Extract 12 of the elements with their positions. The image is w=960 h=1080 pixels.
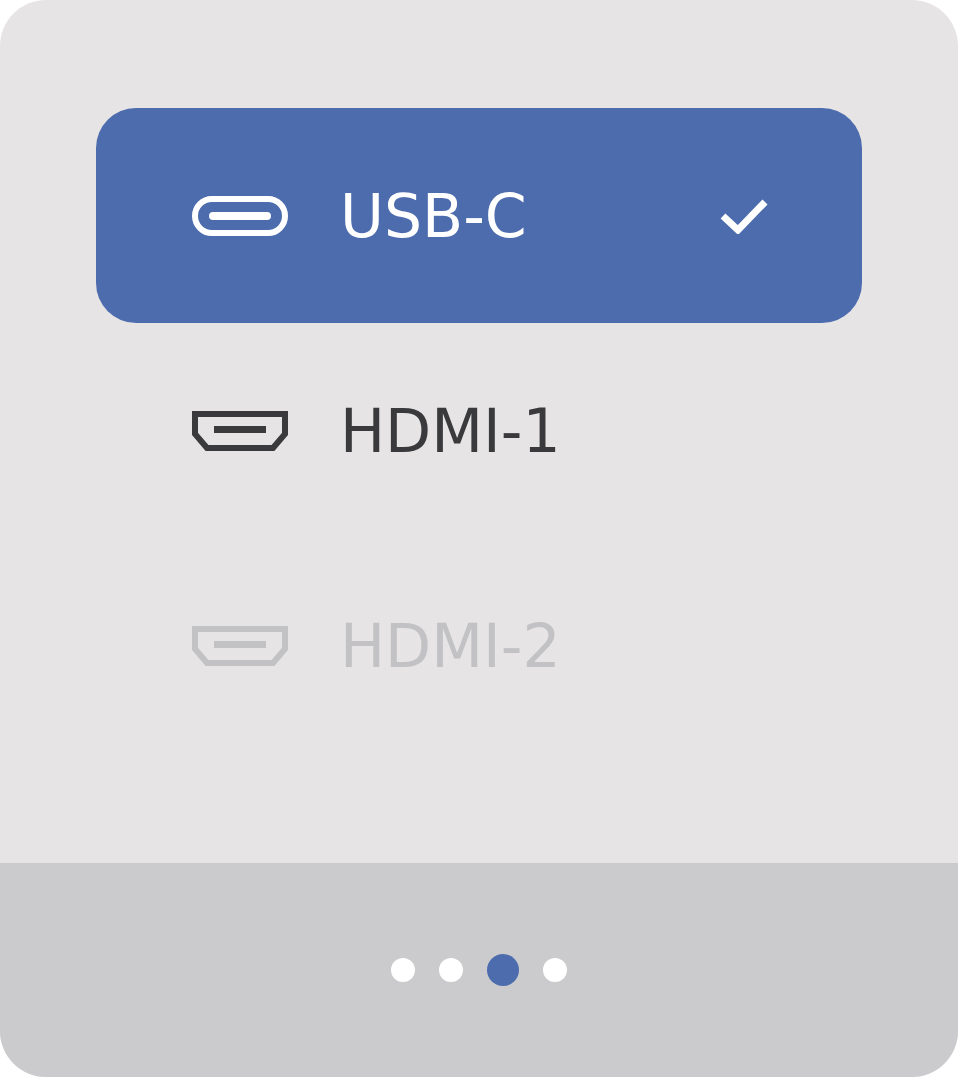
input-option[interactable]: USB-C xyxy=(96,108,862,323)
page-dot[interactable] xyxy=(543,958,567,982)
checkmark-icon xyxy=(720,198,768,234)
usb-c-port-icon xyxy=(192,195,288,236)
hdmi-port-icon xyxy=(192,625,288,666)
input-label: HDMI-1 xyxy=(340,395,561,466)
input-option[interactable]: HDMI-1 xyxy=(96,323,862,538)
hdmi-port-icon xyxy=(192,410,288,451)
page-dot[interactable] xyxy=(439,958,463,982)
page-dot[interactable] xyxy=(487,954,519,986)
page-dot[interactable] xyxy=(391,958,415,982)
input-label: USB-C xyxy=(340,180,527,251)
